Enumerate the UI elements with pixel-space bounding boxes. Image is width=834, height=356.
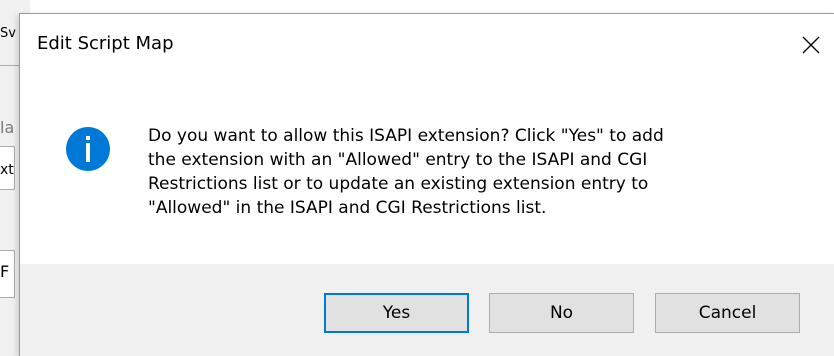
dialog-button-bar: Yes No Cancel — [20, 264, 834, 356]
cancel-button[interactable]: Cancel — [655, 293, 800, 333]
no-button[interactable]: No — [489, 293, 634, 333]
dialog-title: Edit Script Map — [37, 33, 174, 54]
screen: Sv la xt F Edit Script Map Do you want t… — [0, 0, 834, 356]
dialog-message: Do you want to allow this ISAPI extensio… — [148, 124, 798, 220]
edit-script-map-dialog: Edit Script Map Do you want to allow thi… — [19, 13, 834, 356]
background-text-fragment: Sv — [0, 26, 16, 41]
message-line: "Allowed" in the ISAPI and CGI Restricti… — [148, 198, 547, 218]
dialog-content: Do you want to allow this ISAPI extensio… — [20, 76, 834, 264]
background-text-fragment: xt — [0, 162, 14, 178]
close-button[interactable] — [788, 22, 834, 68]
info-icon — [66, 127, 110, 171]
close-icon — [802, 36, 820, 54]
background-text-fragment: F — [0, 262, 10, 281]
yes-button[interactable]: Yes — [324, 293, 469, 333]
dialog-titlebar[interactable]: Edit Script Map — [20, 14, 834, 76]
message-line: Restrictions list or to update an existi… — [148, 174, 649, 194]
message-line: Do you want to allow this ISAPI extensio… — [148, 126, 664, 146]
message-line: the extension with an "Allowed" entry to… — [148, 150, 648, 170]
background-text-fragment: la — [0, 118, 15, 137]
